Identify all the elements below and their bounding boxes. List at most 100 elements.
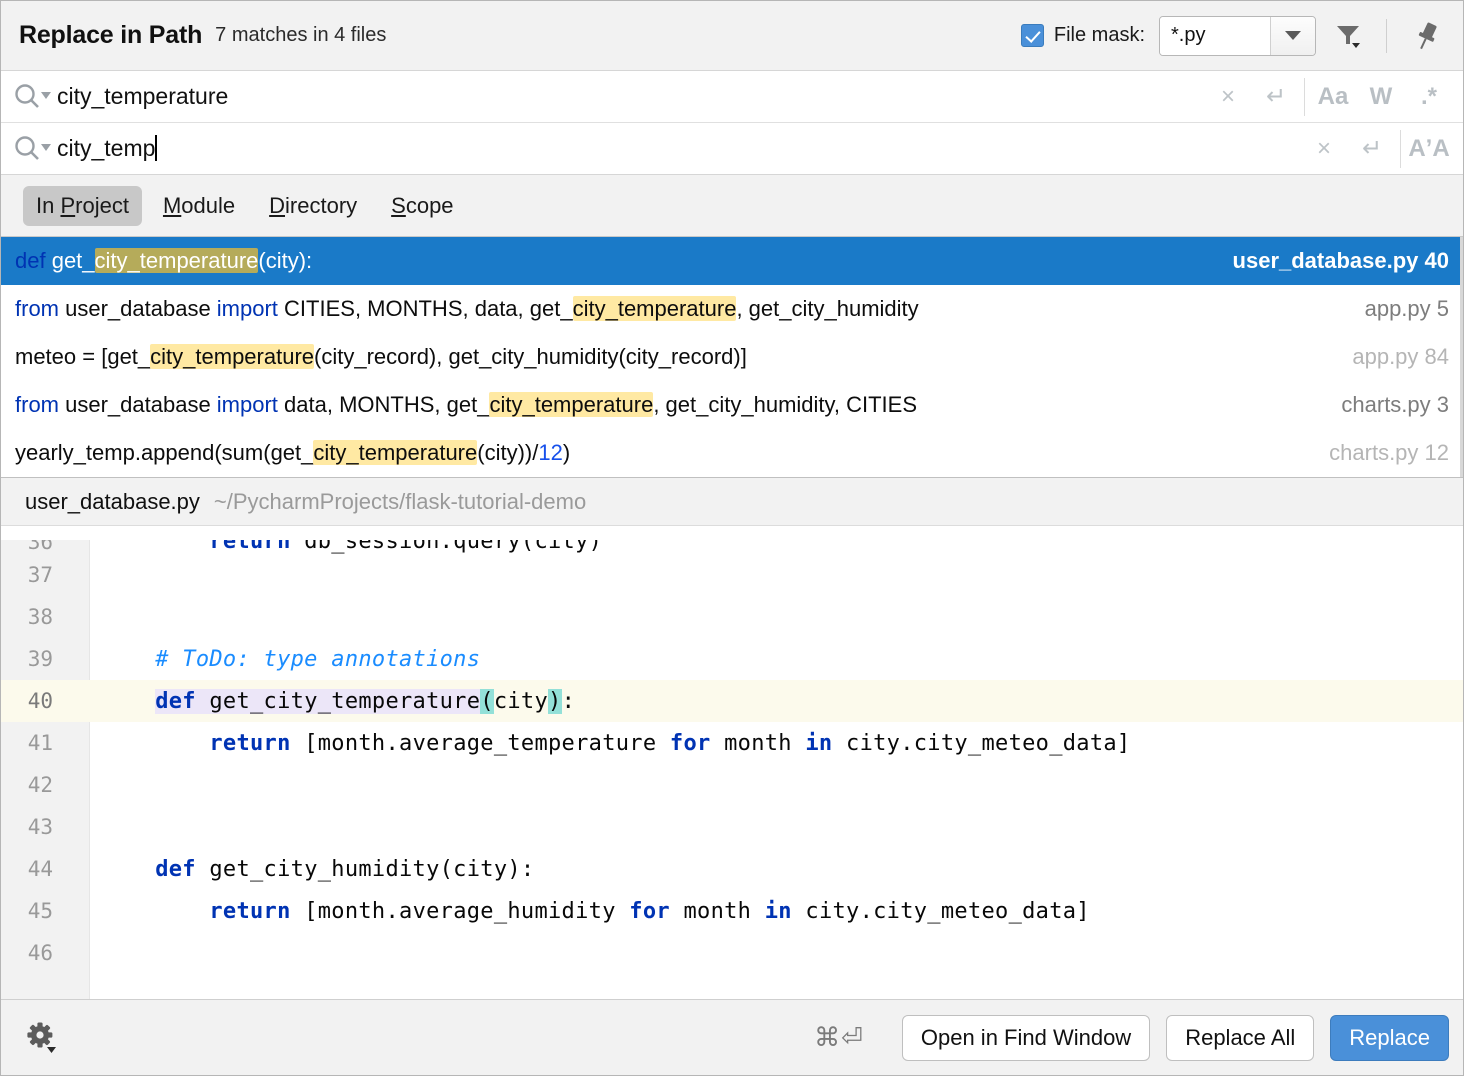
code-line: 37 bbox=[1, 554, 1463, 596]
results-scrollbar[interactable] bbox=[1460, 237, 1463, 477]
scroll-clip-mask bbox=[1, 526, 1463, 540]
file-mask-label: File mask: bbox=[1054, 24, 1145, 47]
replace-history-icon[interactable]: ↵ bbox=[1348, 127, 1396, 171]
open-in-find-window-button[interactable]: Open in Find Window bbox=[902, 1015, 1150, 1061]
code-line: 42 bbox=[1, 764, 1463, 806]
line-number: 41 bbox=[1, 731, 71, 755]
result-row-code: from user_database import CITIES, MONTHS… bbox=[15, 296, 1349, 322]
code-line-text: def get_city_humidity(city): bbox=[71, 857, 1463, 882]
line-number: 42 bbox=[1, 773, 71, 797]
result-row[interactable]: from user_database import CITIES, MONTHS… bbox=[1, 285, 1463, 333]
search-icon bbox=[13, 82, 53, 112]
result-row[interactable]: yearly_temp.append(sum(get_city_temperat… bbox=[1, 429, 1463, 477]
find-clear-button[interactable]: × bbox=[1204, 75, 1252, 119]
result-row-file: user_database.py 40 bbox=[1217, 248, 1449, 274]
match-case-toggle[interactable]: Aa bbox=[1309, 75, 1357, 119]
replace-button[interactable]: Replace bbox=[1330, 1015, 1449, 1061]
replace-input[interactable]: city_temp bbox=[57, 135, 1300, 162]
dialog-title-bar: Replace in Path 7 matches in 4 files Fil… bbox=[1, 1, 1463, 71]
replace-clear-button[interactable]: × bbox=[1300, 127, 1348, 171]
settings-button[interactable] bbox=[19, 1015, 65, 1061]
result-row[interactable]: from user_database import data, MONTHS, … bbox=[1, 381, 1463, 429]
gear-icon bbox=[25, 1021, 59, 1055]
page-title: Replace in Path bbox=[19, 21, 202, 50]
result-row-file: charts.py 12 bbox=[1313, 440, 1449, 466]
preview-file-name: user_database.py bbox=[25, 489, 200, 515]
preserve-case-toggle[interactable]: AʼA bbox=[1405, 127, 1453, 171]
line-number: 40 bbox=[1, 689, 71, 713]
replace-field-row: city_temp × ↵ AʼA bbox=[1, 123, 1463, 175]
chevron-down-icon bbox=[1285, 31, 1301, 40]
file-mask-input[interactable]: *.py bbox=[1160, 17, 1270, 55]
code-line: 43 bbox=[1, 806, 1463, 848]
code-line: 40 def get_city_temperature(city): bbox=[1, 680, 1463, 722]
whole-words-toggle[interactable]: W bbox=[1357, 75, 1405, 119]
regex-toggle[interactable]: .* bbox=[1405, 75, 1453, 119]
code-line: 46 bbox=[1, 932, 1463, 974]
find-field-actions: × ↵ Aa W .* bbox=[1204, 75, 1453, 119]
code-line: 45 return [month.average_humidity for mo… bbox=[1, 890, 1463, 932]
match-summary: 7 matches in 4 files bbox=[215, 24, 386, 47]
replace-search-icon-button[interactable] bbox=[13, 134, 57, 164]
find-search-icon-button[interactable] bbox=[13, 82, 57, 112]
file-mask-combobox[interactable]: *.py bbox=[1159, 16, 1316, 56]
code-line-text: return [month.average_temperature for mo… bbox=[71, 731, 1463, 756]
replace-actions-divider bbox=[1400, 130, 1401, 168]
replace-field-actions: × ↵ AʼA bbox=[1300, 127, 1453, 171]
code-line-text: # ToDo: type annotations bbox=[71, 647, 1463, 672]
file-mask-dropdown-button[interactable] bbox=[1270, 17, 1315, 55]
text-caret bbox=[155, 135, 157, 161]
tab-directory[interactable]: Directory bbox=[256, 186, 370, 226]
code-line: 39 # ToDo: type annotations bbox=[1, 638, 1463, 680]
find-field-row: city_temperature × ↵ Aa W .* bbox=[1, 71, 1463, 123]
result-row[interactable]: def get_city_temperature(city):user_data… bbox=[1, 237, 1463, 285]
line-number: 37 bbox=[1, 563, 71, 587]
tab-in-project[interactable]: In Project bbox=[23, 186, 142, 226]
line-number: 38 bbox=[1, 605, 71, 629]
preview-file-header: user_database.py ~/PycharmProjects/flask… bbox=[1, 478, 1463, 526]
code-line-text: def get_city_temperature(city): bbox=[71, 689, 1463, 714]
filter-button[interactable] bbox=[1326, 14, 1370, 58]
replace-input-value: city_temp bbox=[57, 135, 155, 161]
find-history-icon[interactable]: ↵ bbox=[1252, 75, 1300, 119]
result-row-code: yearly_temp.append(sum(get_city_temperat… bbox=[15, 440, 1313, 466]
result-row-code: meteo = [get_city_temperature(city_recor… bbox=[15, 344, 1336, 370]
code-line: 41 return [month.average_temperature for… bbox=[1, 722, 1463, 764]
line-number: 45 bbox=[1, 899, 71, 923]
search-icon bbox=[13, 134, 53, 164]
result-row[interactable]: meteo = [get_city_temperature(city_recor… bbox=[1, 333, 1463, 381]
pin-icon bbox=[1411, 20, 1443, 52]
tab-module[interactable]: Module bbox=[150, 186, 248, 226]
line-number: 43 bbox=[1, 815, 71, 839]
filter-icon bbox=[1333, 21, 1363, 51]
file-mask-checkbox[interactable] bbox=[1021, 24, 1044, 47]
tab-scope[interactable]: Scope bbox=[378, 186, 466, 226]
results-list[interactable]: def get_city_temperature(city):user_data… bbox=[1, 237, 1463, 478]
find-input[interactable]: city_temperature bbox=[57, 83, 1204, 110]
replace-all-button[interactable]: Replace All bbox=[1166, 1015, 1314, 1061]
dialog-button-bar: ⌘⏎ Open in Find Window Replace All Repla… bbox=[1, 999, 1463, 1075]
find-input-value: city_temperature bbox=[57, 83, 228, 109]
line-number: 46 bbox=[1, 941, 71, 965]
line-number: 44 bbox=[1, 857, 71, 881]
line-number: 39 bbox=[1, 647, 71, 671]
file-mask-group: File mask: *.py bbox=[1021, 16, 1316, 56]
code-lines: 36 return db_session.query(city) 37 38 39 #… bbox=[1, 526, 1463, 974]
preview-file-path: ~/PycharmProjects/flask-tutorial-demo bbox=[214, 489, 586, 515]
find-actions-divider bbox=[1304, 78, 1305, 116]
code-line: 36 return db_session.query(city) bbox=[1, 526, 1463, 554]
result-row-code: def get_city_temperature(city): bbox=[15, 248, 1217, 274]
shortcut-hint: ⌘⏎ bbox=[814, 1022, 864, 1053]
code-line: 44 def get_city_humidity(city): bbox=[1, 848, 1463, 890]
result-row-file: app.py 5 bbox=[1349, 296, 1449, 322]
code-line-text: return [month.average_humidity for month… bbox=[71, 899, 1463, 924]
replace-in-path-dialog: Replace in Path 7 matches in 4 files Fil… bbox=[0, 0, 1464, 1076]
toolbar-divider bbox=[1386, 19, 1387, 53]
scope-tabs: In ProjectModuleDirectoryScope bbox=[1, 175, 1463, 237]
result-row-file: charts.py 3 bbox=[1325, 392, 1449, 418]
code-line: 38 bbox=[1, 596, 1463, 638]
code-preview[interactable]: 36 return db_session.query(city) 37 38 39 #… bbox=[1, 526, 1463, 999]
result-row-code: from user_database import data, MONTHS, … bbox=[15, 392, 1325, 418]
result-row-file: app.py 84 bbox=[1336, 344, 1449, 370]
pin-button[interactable] bbox=[1405, 14, 1449, 58]
